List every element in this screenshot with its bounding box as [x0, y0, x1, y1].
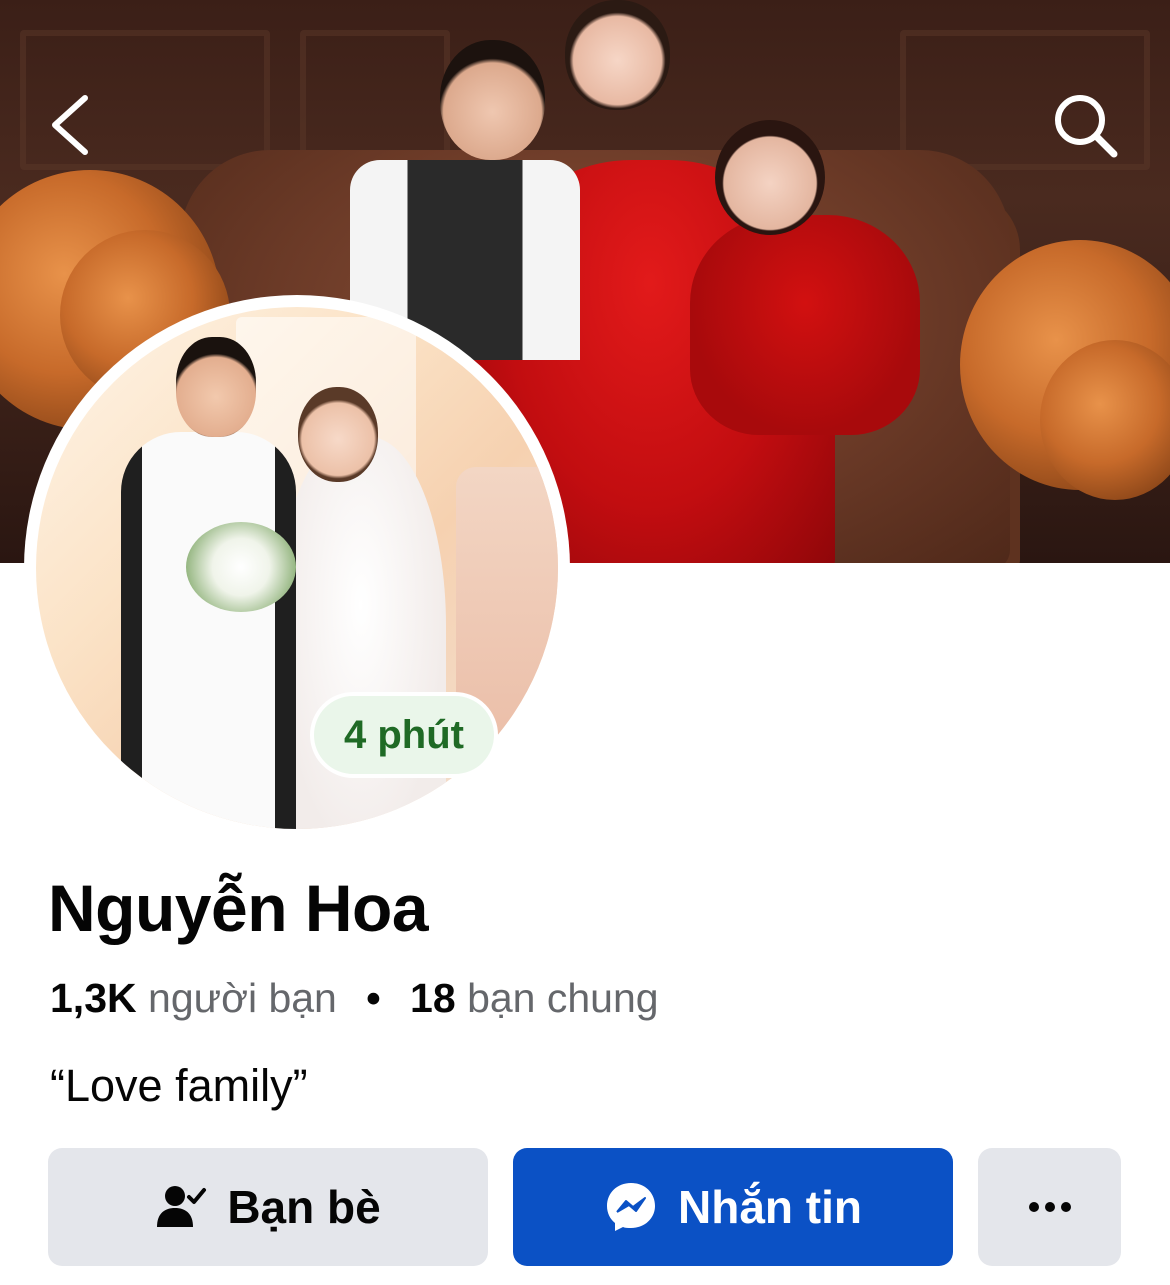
friend-stats: 1,3K người bạn • 18 bạn chung: [50, 975, 659, 1022]
more-options-button[interactable]: [978, 1148, 1121, 1266]
profile-bio: “Love family”: [50, 1060, 308, 1111]
active-status-badge: 4 phút: [310, 692, 498, 778]
message-button-label: Nhắn tin: [678, 1181, 862, 1233]
person-head: [565, 0, 670, 110]
status-badge-label: 4 phút: [344, 712, 464, 757]
search-button[interactable]: [1045, 85, 1125, 165]
person-head: [715, 120, 825, 235]
groom-figure: [121, 432, 296, 829]
person-head: [298, 387, 378, 482]
friends-label[interactable]: người bạn: [148, 975, 337, 1021]
mutual-count[interactable]: 18: [410, 975, 456, 1021]
chevron-left-icon: [52, 95, 88, 155]
friends-count[interactable]: 1,3K: [50, 975, 137, 1021]
girl-figure: [690, 215, 920, 435]
friend-check-icon: [157, 1186, 207, 1227]
more-icon: [1028, 1202, 1071, 1212]
friends-button[interactable]: Bạn bè: [48, 1148, 488, 1266]
person-head: [440, 40, 545, 160]
mutual-label[interactable]: bạn chung: [467, 975, 659, 1021]
messenger-icon: [607, 1183, 655, 1231]
back-button[interactable]: [30, 85, 110, 165]
wall-panel: [300, 30, 450, 170]
person-head: [176, 337, 256, 437]
stats-separator: •: [366, 975, 381, 1021]
message-button[interactable]: Nhắn tin: [513, 1148, 953, 1266]
friends-button-label: Bạn bè: [227, 1181, 381, 1233]
profile-name: Nguyễn Hoa: [48, 871, 429, 945]
bouquet: [186, 522, 296, 612]
search-icon: [1055, 95, 1118, 158]
